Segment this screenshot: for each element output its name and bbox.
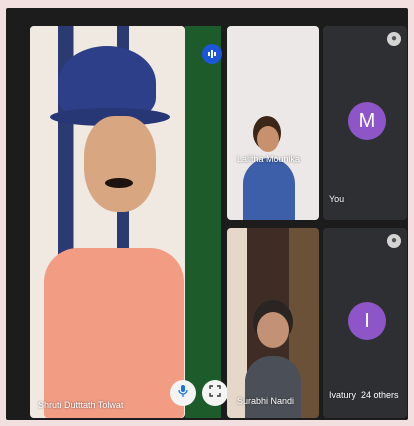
side-strip [185, 26, 221, 418]
mic-icon [177, 384, 189, 403]
avatar: M [348, 102, 386, 140]
avatar: I [348, 302, 386, 340]
others-count[interactable]: 24 others [361, 390, 399, 400]
participant-name: Lalitha Mounika [237, 154, 301, 164]
wall [227, 228, 247, 418]
torso [243, 158, 295, 220]
face [84, 116, 156, 212]
participant-tile-top-right[interactable]: ● M You [323, 26, 407, 220]
participant-tile-bottom-right[interactable]: ● I Ivatury 24 others [323, 228, 407, 418]
main-participant-name: Shruti Dutttath Tolwat [38, 400, 124, 410]
mustache [105, 178, 133, 188]
shirt [44, 248, 184, 418]
audio-level-icon [202, 44, 222, 64]
participant-name: You [329, 194, 345, 204]
face [257, 126, 279, 152]
avatar-letter: M [358, 109, 376, 132]
participant-name: Surabhi Nandi [237, 396, 295, 406]
expand-icon [209, 384, 221, 402]
torso [245, 356, 301, 418]
face [257, 312, 289, 348]
mic-button[interactable] [170, 380, 196, 406]
meeting-grid: Shruti Dutttath Tolwat Lalitha Mounika ●… [6, 8, 408, 420]
participant-tile-bottom-middle[interactable]: Surabhi Nandi [227, 228, 319, 418]
avatar-letter: I [364, 309, 370, 332]
pin-icon[interactable]: ● [387, 234, 401, 248]
pin-icon[interactable]: ● [387, 32, 401, 46]
participant-tile-top-middle[interactable]: Lalitha Mounika [227, 26, 319, 220]
fullscreen-button[interactable] [202, 380, 228, 406]
main-participant-tile[interactable]: Shruti Dutttath Tolwat [30, 26, 185, 418]
participant-name: Ivatury [329, 390, 357, 400]
